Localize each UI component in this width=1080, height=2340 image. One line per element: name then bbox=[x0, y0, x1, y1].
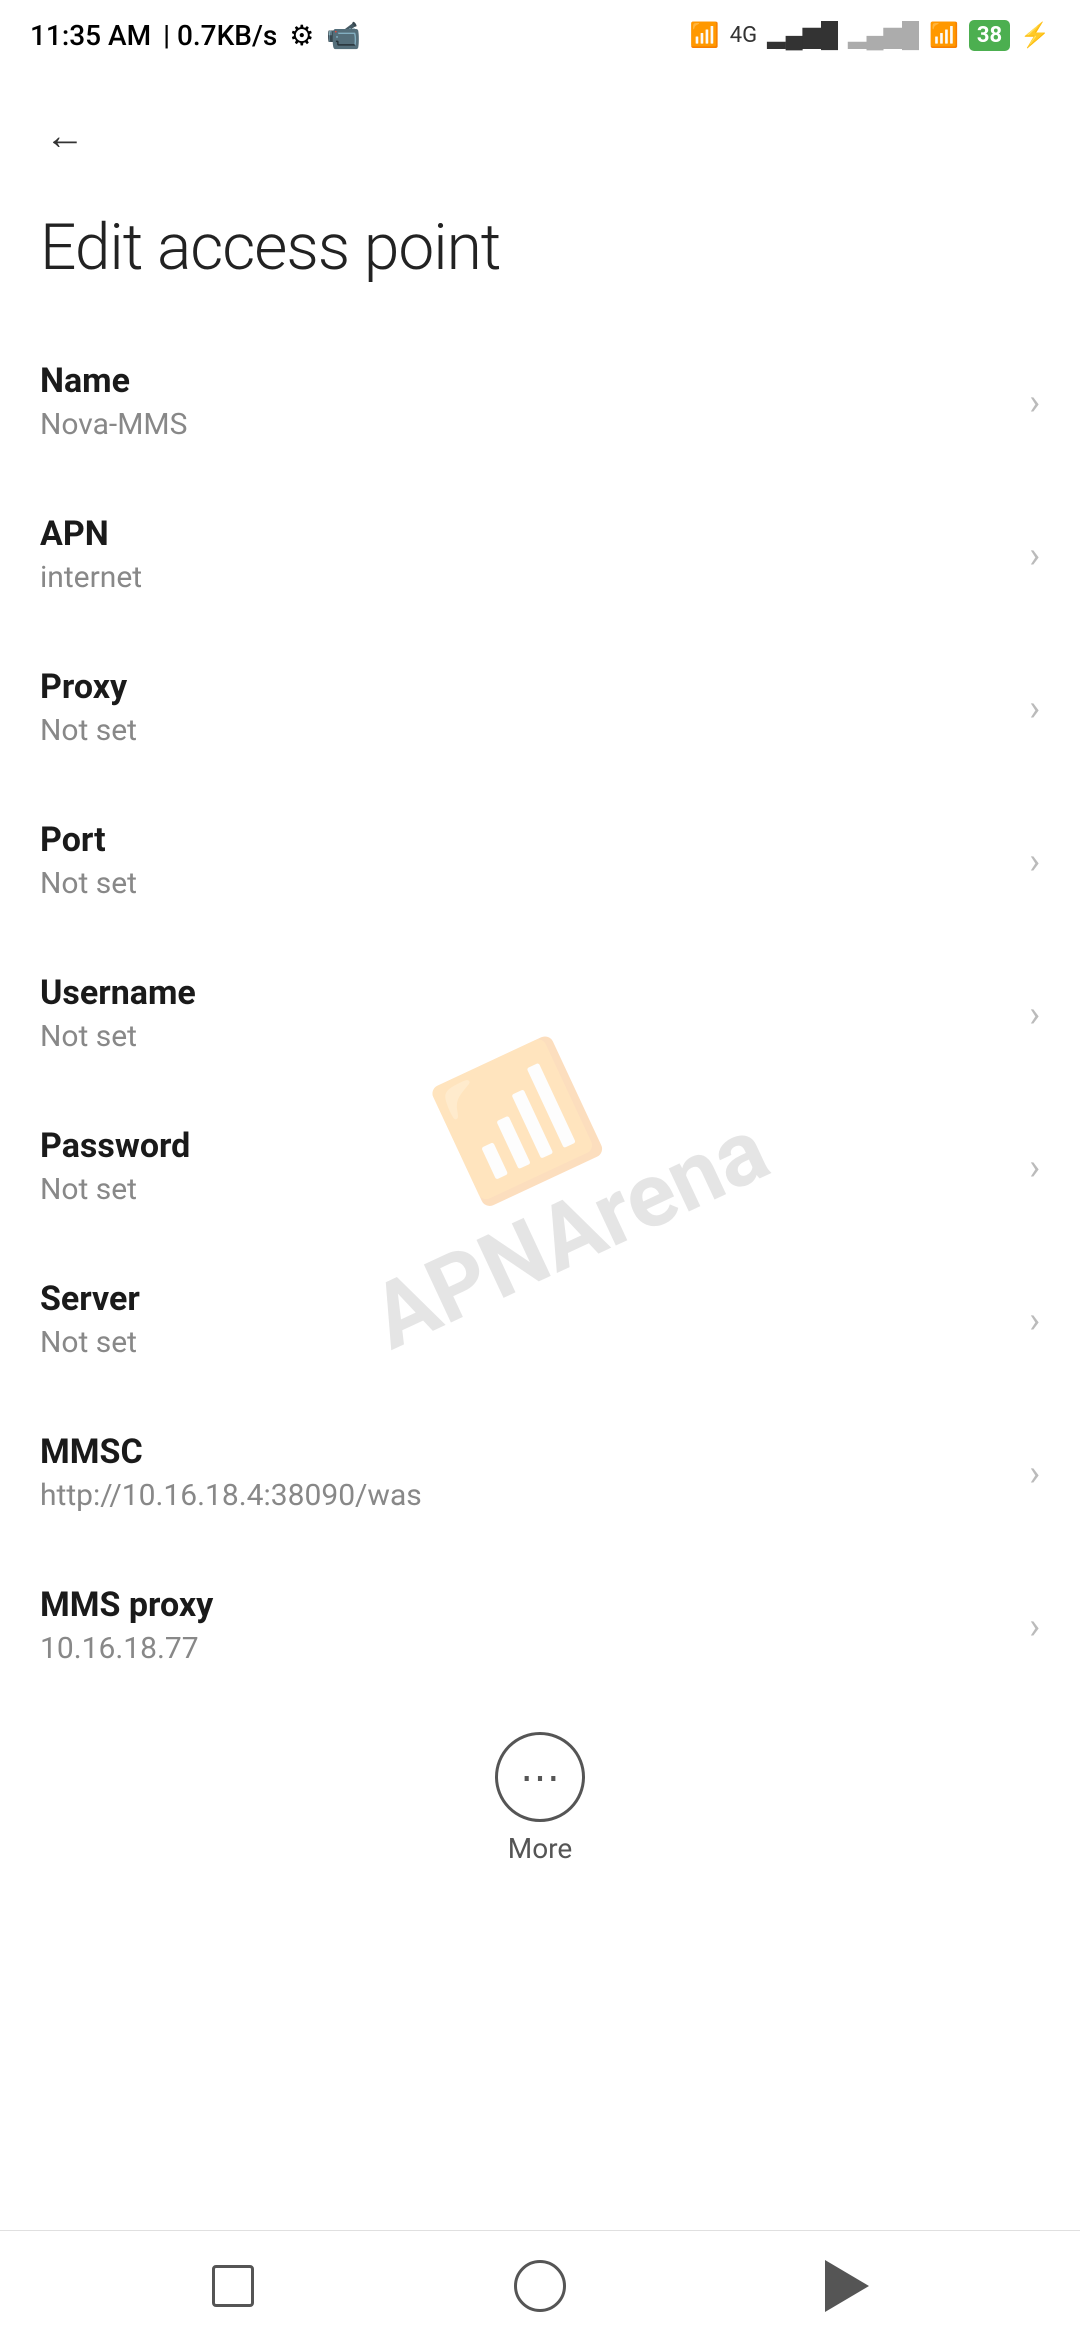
item-label-mms-proxy: MMS proxy bbox=[40, 1585, 1009, 1625]
settings-item-password[interactable]: Password Not set › bbox=[0, 1090, 1080, 1243]
item-value-server: Not set bbox=[40, 1325, 1009, 1360]
item-label-port: Port bbox=[40, 820, 1009, 860]
item-content-mmsc: MMSC http://10.16.18.4:38090/was bbox=[40, 1432, 1009, 1513]
item-content-proxy: Proxy Not set bbox=[40, 667, 1009, 748]
item-value-apn: internet bbox=[40, 560, 1009, 595]
status-right: 📶 4G ▂▄▆█ ▂▄▆█ 📶 38 ⚡ bbox=[690, 20, 1050, 51]
lightning-icon: ⚡ bbox=[1020, 21, 1050, 49]
item-content-apn: APN internet bbox=[40, 514, 1009, 595]
speed-display: | 0.7KB/s bbox=[163, 19, 277, 52]
item-label-apn: APN bbox=[40, 514, 1009, 554]
settings-list: Name Nova-MMS › APN internet › Proxy Not… bbox=[0, 325, 1080, 1702]
more-dots-icon: ⋯ bbox=[520, 1754, 560, 1801]
status-bar: 11:35 AM | 0.7KB/s ⚙ 📹 📶 4G ▂▄▆█ ▂▄▆█ 📶 … bbox=[0, 0, 1080, 70]
triangle-icon bbox=[825, 2260, 869, 2312]
settings-item-server[interactable]: Server Not set › bbox=[0, 1243, 1080, 1396]
item-label-mmsc: MMSC bbox=[40, 1432, 1009, 1472]
back-area[interactable]: ← bbox=[0, 70, 1080, 190]
more-section[interactable]: ⋯ More bbox=[0, 1702, 1080, 1885]
chevron-icon-apn: › bbox=[1029, 534, 1040, 576]
settings-item-proxy[interactable]: Proxy Not set › bbox=[0, 631, 1080, 784]
signal-bars-icon: ▂▄▆█ bbox=[767, 21, 838, 50]
item-label-name: Name bbox=[40, 361, 1009, 401]
settings-icon: ⚙ bbox=[289, 19, 314, 52]
page-title: Edit access point bbox=[0, 190, 1080, 325]
signal-bars2-icon: ▂▄▆█ bbox=[848, 21, 919, 50]
item-value-password: Not set bbox=[40, 1172, 1009, 1207]
time-display: 11:35 AM bbox=[30, 19, 151, 52]
more-label: More bbox=[508, 1832, 573, 1865]
settings-item-mms-proxy[interactable]: MMS proxy 10.16.18.77 › bbox=[0, 1549, 1080, 1702]
video-icon: 📹 bbox=[326, 19, 361, 52]
item-content-name: Name Nova-MMS bbox=[40, 361, 1009, 442]
item-label-password: Password bbox=[40, 1126, 1009, 1166]
item-content-username: Username Not set bbox=[40, 973, 1009, 1054]
square-icon bbox=[212, 2265, 254, 2307]
wifi-icon: 📶 bbox=[929, 21, 959, 49]
settings-item-name[interactable]: Name Nova-MMS › bbox=[0, 325, 1080, 478]
chevron-icon-port: › bbox=[1029, 840, 1040, 882]
chevron-icon-username: › bbox=[1029, 993, 1040, 1035]
item-content-port: Port Not set bbox=[40, 820, 1009, 901]
item-value-proxy: Not set bbox=[40, 713, 1009, 748]
home-button[interactable] bbox=[500, 2246, 580, 2326]
signal-4g-icon: 4G bbox=[730, 23, 757, 48]
settings-item-mmsc[interactable]: MMSC http://10.16.18.4:38090/was › bbox=[0, 1396, 1080, 1549]
chevron-icon-mmsc: › bbox=[1029, 1452, 1040, 1494]
circle-icon bbox=[514, 2260, 566, 2312]
bottom-nav bbox=[0, 2230, 1080, 2340]
settings-item-apn[interactable]: APN internet › bbox=[0, 478, 1080, 631]
item-content-server: Server Not set bbox=[40, 1279, 1009, 1360]
battery-icon: 38 bbox=[969, 20, 1010, 51]
item-label-server: Server bbox=[40, 1279, 1009, 1319]
settings-item-port[interactable]: Port Not set › bbox=[0, 784, 1080, 937]
item-content-password: Password Not set bbox=[40, 1126, 1009, 1207]
item-value-mms-proxy: 10.16.18.77 bbox=[40, 1631, 1009, 1666]
back-arrow-icon: ← bbox=[45, 112, 85, 159]
item-value-name: Nova-MMS bbox=[40, 407, 1009, 442]
item-label-proxy: Proxy bbox=[40, 667, 1009, 707]
more-button[interactable]: ⋯ bbox=[495, 1732, 585, 1822]
settings-item-username[interactable]: Username Not set › bbox=[0, 937, 1080, 1090]
item-value-port: Not set bbox=[40, 866, 1009, 901]
back-nav-button[interactable] bbox=[807, 2246, 887, 2326]
chevron-icon-server: › bbox=[1029, 1299, 1040, 1341]
item-value-username: Not set bbox=[40, 1019, 1009, 1054]
chevron-icon-name: › bbox=[1029, 381, 1040, 423]
back-button[interactable]: ← bbox=[30, 100, 100, 170]
status-left: 11:35 AM | 0.7KB/s ⚙ 📹 bbox=[30, 19, 361, 52]
bluetooth-icon: 📶 bbox=[690, 21, 720, 49]
item-value-mmsc: http://10.16.18.4:38090/was bbox=[40, 1478, 1009, 1513]
chevron-icon-password: › bbox=[1029, 1146, 1040, 1188]
recent-apps-button[interactable] bbox=[193, 2246, 273, 2326]
item-label-username: Username bbox=[40, 973, 1009, 1013]
chevron-icon-mms-proxy: › bbox=[1029, 1605, 1040, 1647]
chevron-icon-proxy: › bbox=[1029, 687, 1040, 729]
item-content-mms-proxy: MMS proxy 10.16.18.77 bbox=[40, 1585, 1009, 1666]
